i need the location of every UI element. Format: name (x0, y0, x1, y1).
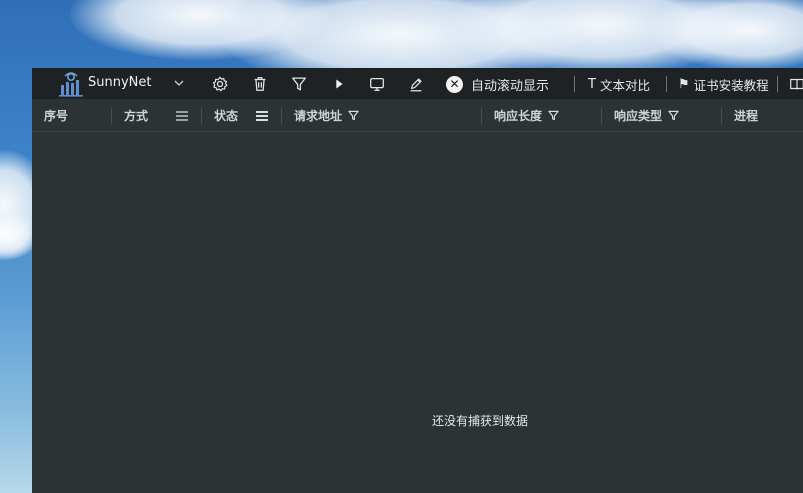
column-divider (281, 108, 282, 124)
column-header-status[interactable]: 状态 (214, 99, 238, 132)
cert-install-button[interactable]: ⚑ 证书安装教程 (678, 75, 769, 94)
menu-icon[interactable] (256, 111, 268, 121)
close-circle-icon: ✕ (446, 75, 463, 93)
column-divider (601, 108, 602, 124)
column-header-index[interactable]: 序号 (44, 99, 68, 132)
filter-icon[interactable] (289, 74, 309, 94)
trash-icon[interactable] (250, 74, 270, 94)
app-window: SunnyNet ✕ 自动滚动显示 T 文本对比 ⚑ 证书安装教程 序号 方式 … (32, 68, 803, 493)
separator (777, 76, 778, 92)
column-header-method[interactable]: 方式 (124, 99, 148, 132)
filter-icon[interactable] (668, 110, 679, 121)
text-compare-button[interactable]: T 文本对比 (588, 75, 650, 94)
separator (574, 76, 575, 92)
column-divider (721, 108, 722, 124)
filter-icon[interactable] (348, 110, 359, 121)
empty-state-message: 还没有捕获到数据 (432, 414, 529, 428)
book-icon[interactable] (787, 74, 803, 94)
toolbar: SunnyNet ✕ 自动滚动显示 T 文本对比 ⚑ 证书安装教程 (32, 69, 803, 99)
flag-icon: ⚑ (678, 77, 690, 92)
column-header-request-url[interactable]: 请求地址 (294, 99, 359, 132)
column-header-response-length[interactable]: 响应长度 (494, 99, 559, 132)
column-header-response-type[interactable]: 响应类型 (614, 99, 679, 132)
column-header-process[interactable]: 进程 (734, 99, 758, 132)
pen-icon[interactable] (406, 74, 426, 94)
play-icon[interactable] (329, 74, 349, 94)
column-divider (111, 108, 112, 124)
sunnynet-logo-icon (59, 72, 83, 97)
auto-scroll-toggle[interactable]: ✕ 自动滚动显示 (446, 74, 549, 94)
column-divider (481, 108, 482, 124)
capture-list[interactable]: 还没有捕获到数据 (32, 132, 803, 493)
table-header: 序号 方式 状态 请求地址 响应长度 响应类型 进程 (32, 99, 803, 132)
text-icon: T (588, 77, 596, 92)
column-divider (201, 108, 202, 124)
cert-install-label: 证书安装教程 (693, 78, 769, 93)
text-compare-label: 文本对比 (599, 78, 650, 93)
monitor-icon[interactable] (367, 74, 387, 94)
filter-icon[interactable] (548, 110, 559, 121)
separator (666, 76, 667, 92)
auto-scroll-label: 自动滚动显示 (471, 78, 550, 94)
gear-icon[interactable] (210, 74, 230, 94)
app-name: SunnyNet (88, 75, 152, 90)
chevron-down-icon[interactable] (172, 76, 186, 90)
menu-icon[interactable] (176, 111, 188, 121)
